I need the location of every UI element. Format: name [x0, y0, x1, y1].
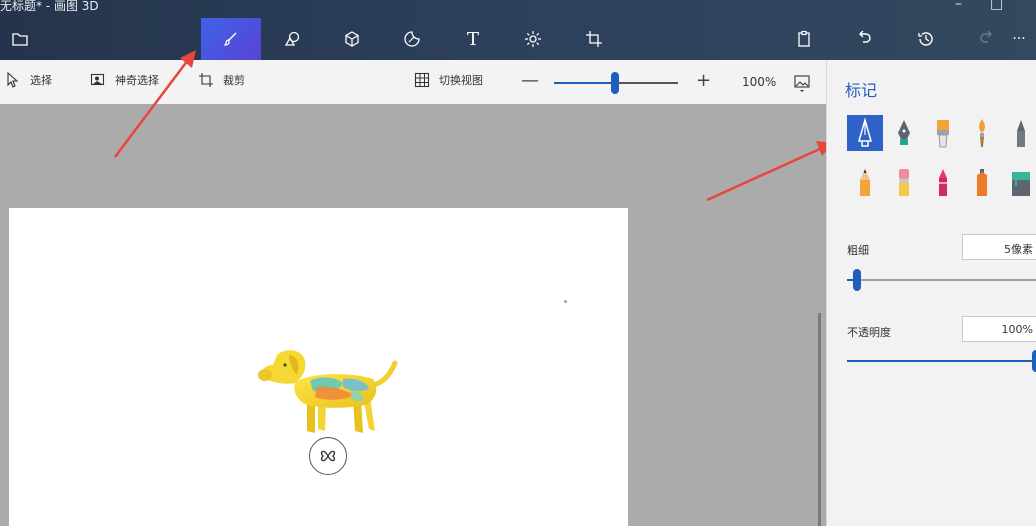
selection-toolbar: 选择 神奇选择 裁剪 切换视图 — + [0, 60, 826, 104]
title-bar: 无标题* - 画图 3D – □ T ··· [0, 0, 1036, 60]
brush-panel: 标记 粗细 5像素 不透明度 100% [826, 60, 1036, 526]
rotate-3d-handle[interactable] [309, 437, 347, 475]
brush-spray-can[interactable] [964, 164, 1000, 200]
pencil-icon [860, 169, 870, 196]
zoom-in-button[interactable]: + [696, 70, 711, 91]
minimize-button[interactable]: – [955, 0, 962, 12]
magic-select-icon [90, 73, 105, 86]
maximize-button[interactable]: □ [990, 0, 1003, 12]
stickers-tool-button[interactable] [382, 18, 442, 60]
brush-watercolor[interactable] [964, 115, 1000, 151]
brush-pencil[interactable] [847, 164, 883, 200]
undo-icon [859, 30, 871, 43]
menu-button[interactable] [0, 18, 50, 60]
text-tool-label: T [466, 28, 479, 50]
clipboard-icon [798, 30, 810, 47]
cube-icon [345, 31, 359, 47]
marker-icon [858, 117, 872, 147]
brush-crayon[interactable] [925, 164, 961, 200]
rotate-icon [320, 450, 336, 462]
canvas-tool-button[interactable] [564, 18, 624, 60]
more-button[interactable]: ··· [1002, 18, 1036, 60]
thickness-slider[interactable] [847, 279, 1036, 281]
brush-pixel-pen[interactable] [1003, 115, 1036, 151]
crop-label: 裁剪 [223, 74, 245, 87]
crop-icon [199, 73, 213, 87]
brush-eraser[interactable] [886, 164, 922, 200]
opacity-label: 不透明度 [847, 326, 891, 339]
paste-button[interactable] [774, 18, 834, 60]
zoom-out-button[interactable]: — [521, 70, 539, 91]
zoom-slider-thumb[interactable] [610, 72, 619, 94]
dog-3d-model[interactable] [255, 345, 400, 440]
text-tool-button[interactable]: T [443, 18, 503, 60]
select-label: 选择 [30, 74, 52, 87]
thickness-slider-thumb[interactable] [852, 269, 861, 291]
cursor-icon [7, 72, 19, 88]
brush-icon [223, 32, 237, 46]
grid-view-icon [414, 72, 430, 88]
effects-tool-button[interactable] [503, 18, 563, 60]
opacity-slider-fill [847, 360, 1036, 362]
2d-shapes-tool-button[interactable] [262, 18, 322, 60]
spray-can-icon [977, 169, 987, 196]
brush-oil[interactable] [925, 115, 961, 151]
crayon-icon [939, 169, 947, 196]
zoom-slider-fill [554, 82, 615, 84]
undo-button[interactable] [835, 18, 895, 60]
switch-view-button[interactable]: 切换视图 [414, 72, 483, 88]
canvas-speck [564, 300, 567, 303]
brush-marker[interactable] [847, 115, 883, 151]
opacity-input[interactable]: 100% [962, 316, 1036, 342]
switch-view-label: 切换视图 [439, 74, 483, 87]
magic-select-button[interactable]: 神奇选择 [90, 72, 159, 88]
select-button[interactable]: 选择 [5, 72, 52, 88]
calligraphy-pen-icon [898, 120, 910, 145]
3d-shapes-tool-button[interactable] [322, 18, 382, 60]
eraser-icon [899, 169, 909, 196]
shapes-2d-icon [284, 31, 300, 46]
fill-bucket-icon [1012, 172, 1030, 196]
opacity-slider-thumb[interactable] [1032, 350, 1036, 372]
opacity-slider[interactable] [847, 360, 1036, 362]
sticker-icon [404, 31, 420, 47]
history-button[interactable] [896, 18, 956, 60]
brushes-tool-button[interactable] [201, 18, 261, 60]
panel-title: 标记 [845, 81, 878, 100]
more-label: ··· [1012, 31, 1026, 47]
thickness-label: 粗细 [847, 244, 869, 257]
crop-button[interactable]: 裁剪 [198, 72, 245, 88]
window-title: 无标题* - 画图 3D [0, 0, 99, 13]
vertical-scrollbar[interactable] [818, 313, 821, 526]
sun-icon [525, 31, 541, 47]
magic-select-label: 神奇选择 [115, 74, 159, 87]
folder-icon [12, 33, 28, 46]
history-icon [918, 32, 933, 46]
brush-calligraphy-pen[interactable] [886, 115, 922, 151]
redo-icon [980, 30, 992, 43]
brush-fill[interactable] [1003, 164, 1036, 200]
zoom-percent: 100% [742, 75, 777, 89]
oil-brush-icon [937, 120, 949, 148]
image-icon [794, 75, 810, 92]
crop-canvas-icon [586, 31, 602, 47]
pixel-pen-icon [1017, 120, 1025, 147]
watercolor-icon [979, 119, 985, 147]
thickness-input[interactable]: 5像素 [962, 234, 1036, 260]
view-image-button[interactable] [793, 73, 811, 95]
